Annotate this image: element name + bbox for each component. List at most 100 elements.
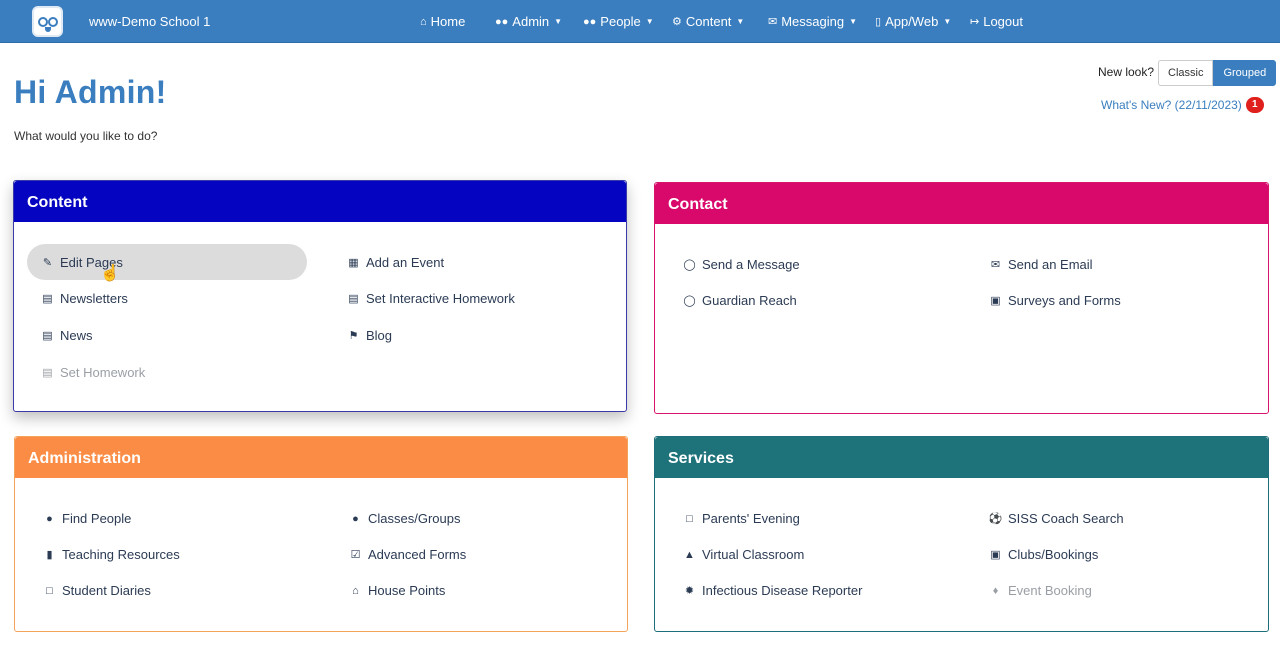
link-set-homework-label: Set Homework <box>60 365 146 380</box>
link-newsletters[interactable]: ▤ Newsletters <box>41 291 128 306</box>
toggle-classic-button[interactable]: Classic <box>1158 60 1214 86</box>
owl-eye-right <box>48 17 58 27</box>
link-add-an-event-label: Add an Event <box>366 255 445 270</box>
nav-people[interactable]: ●● People ▼ <box>583 14 654 29</box>
calendar-icon: □ <box>46 584 53 597</box>
users-icon: ● <box>352 512 359 525</box>
newspaper-icon: ▤ <box>42 293 53 305</box>
link-set-interactive-homework[interactable]: ▤ Set Interactive Homework <box>347 291 515 306</box>
link-student-diaries-label: Student Diaries <box>62 583 151 598</box>
whats-new-link[interactable]: What's New? (22/11/2023) 1 <box>1101 97 1264 113</box>
caret-down-icon: ▼ <box>849 17 858 26</box>
page-subtitle: What would you like to do? <box>14 129 158 143</box>
home-icon: ⌂ <box>352 584 359 597</box>
link-student-diaries[interactable]: □ Student Diaries <box>43 583 151 598</box>
calendar-icon: ▦ <box>348 257 359 269</box>
document-icon: ▤ <box>42 367 53 379</box>
link-classes-groups-label: Classes/Groups <box>368 511 461 526</box>
nav-people-label: People <box>600 14 641 29</box>
link-house-points[interactable]: ⌂ House Points <box>349 583 445 598</box>
link-guardian-reach[interactable]: ◯ Guardian Reach <box>683 293 797 308</box>
link-send-a-message[interactable]: ◯ Send a Message <box>683 257 799 272</box>
top-navbar: www-Demo School 1 ⌂ Home ●● Admin ▼ ●● P… <box>0 0 1280 43</box>
content-panel: Content ✎ Edit Pages ☝ ▦ Add an Event ▤ … <box>13 180 627 412</box>
link-virtual-classroom[interactable]: ▲ Virtual Classroom <box>683 547 804 562</box>
link-parents-evening-label: Parents' Evening <box>702 511 800 526</box>
link-teaching-resources-label: Teaching Resources <box>62 547 180 562</box>
hand-cursor-icon: ☝ <box>100 265 120 282</box>
link-news-label: News <box>60 328 93 343</box>
link-find-people-label: Find People <box>62 511 132 526</box>
user-icon: ● <box>46 512 53 525</box>
nav-home[interactable]: ⌂ Home <box>420 14 465 29</box>
check-square-icon: ☑ <box>350 549 361 561</box>
nav-content[interactable]: ⚙ Content ▼ <box>672 14 744 29</box>
football-icon: ⚽ <box>988 513 1003 525</box>
nav-logout-label: Logout <box>983 14 1023 29</box>
nav-home-label: Home <box>430 14 466 29</box>
whats-new-label: What's New? (22/11/2023) <box>1101 98 1242 112</box>
speech-bubble-icon: ◯ <box>683 259 696 271</box>
envelope-icon: ✉ <box>768 16 778 28</box>
nav-messaging-label: Messaging <box>781 14 845 29</box>
link-blog[interactable]: ⚑ Blog <box>347 328 392 343</box>
users-icon: ●● <box>583 15 597 28</box>
owl-eye-left <box>38 17 48 27</box>
link-advanced-forms[interactable]: ☑ Advanced Forms <box>349 547 467 562</box>
link-classes-groups[interactable]: ● Classes/Groups <box>349 511 460 526</box>
clipboard-icon: ▣ <box>990 295 1001 307</box>
link-clubs-bookings-label: Clubs/Bookings <box>1008 547 1099 562</box>
document-icon: ▤ <box>348 293 359 305</box>
users-icon: ●● <box>495 15 509 28</box>
link-send-an-email-label: Send an Email <box>1008 257 1093 272</box>
bug-icon: ✹ <box>684 585 695 597</box>
link-guardian-reach-label: Guardian Reach <box>702 293 797 308</box>
ticket-icon: ♦ <box>992 584 999 597</box>
gear-icon: ⚙ <box>672 16 682 28</box>
link-teaching-resources[interactable]: ▮ Teaching Resources <box>43 547 180 562</box>
link-blog-label: Blog <box>366 328 393 343</box>
newspaper-icon: ▤ <box>42 330 53 342</box>
link-event-booking[interactable]: ♦ Event Booking <box>989 583 1092 598</box>
link-infectious-disease-reporter-label: Infectious Disease Reporter <box>702 583 863 598</box>
link-siss-coach-search-label: SISS Coach Search <box>1008 511 1124 526</box>
caret-down-icon: ▼ <box>943 17 952 26</box>
nav-app-web-label: App/Web <box>885 14 939 29</box>
home-icon: ⌂ <box>420 15 427 28</box>
services-panel-title: Services <box>655 437 1268 478</box>
logout-icon: ↦ <box>970 16 980 28</box>
nav-logout[interactable]: ↦ Logout <box>970 14 1023 29</box>
link-virtual-classroom-label: Virtual Classroom <box>702 547 805 562</box>
chat-icon: ◯ <box>683 295 696 307</box>
link-clubs-bookings[interactable]: ▣ Clubs/Bookings <box>989 547 1098 562</box>
school-logo[interactable] <box>32 6 63 37</box>
link-surveys-and-forms-label: Surveys and Forms <box>1008 293 1121 308</box>
mobile-icon: ▯ <box>875 16 882 28</box>
graduation-cap-icon: ▲ <box>684 548 695 561</box>
link-news[interactable]: ▤ News <box>41 328 93 343</box>
link-find-people[interactable]: ● Find People <box>43 511 131 526</box>
caret-down-icon: ▼ <box>554 17 563 26</box>
link-set-homework[interactable]: ▤ Set Homework <box>41 365 145 380</box>
book-icon: ▮ <box>46 549 53 561</box>
nav-admin-label: Admin <box>512 14 550 29</box>
link-siss-coach-search[interactable]: ⚽ SISS Coach Search <box>989 511 1124 526</box>
contact-panel: Contact ◯ Send a Message ✉ Send an Email… <box>654 182 1269 414</box>
link-event-booking-label: Event Booking <box>1008 583 1092 598</box>
link-surveys-and-forms[interactable]: ▣ Surveys and Forms <box>989 293 1121 308</box>
nav-messaging[interactable]: ✉ Messaging ▼ <box>768 14 857 29</box>
link-infectious-disease-reporter[interactable]: ✹ Infectious Disease Reporter <box>683 583 863 598</box>
link-send-an-email[interactable]: ✉ Send an Email <box>989 257 1093 272</box>
link-parents-evening[interactable]: □ Parents' Evening <box>683 511 800 526</box>
toggle-grouped-button[interactable]: Grouped <box>1213 60 1277 86</box>
layout-toggle: Classic Grouped <box>1158 60 1277 86</box>
envelope-icon: ✉ <box>990 259 1001 271</box>
link-advanced-forms-label: Advanced Forms <box>368 547 467 562</box>
link-set-interactive-homework-label: Set Interactive Homework <box>366 291 515 306</box>
link-add-an-event[interactable]: ▦ Add an Event <box>347 255 444 270</box>
nav-admin[interactable]: ●● Admin ▼ <box>495 14 562 29</box>
school-name[interactable]: www-Demo School 1 <box>89 14 210 29</box>
nav-app-web[interactable]: ▯ App/Web ▼ <box>875 14 951 29</box>
bookmark-icon: ⚑ <box>348 330 359 342</box>
caret-down-icon: ▼ <box>736 17 745 26</box>
